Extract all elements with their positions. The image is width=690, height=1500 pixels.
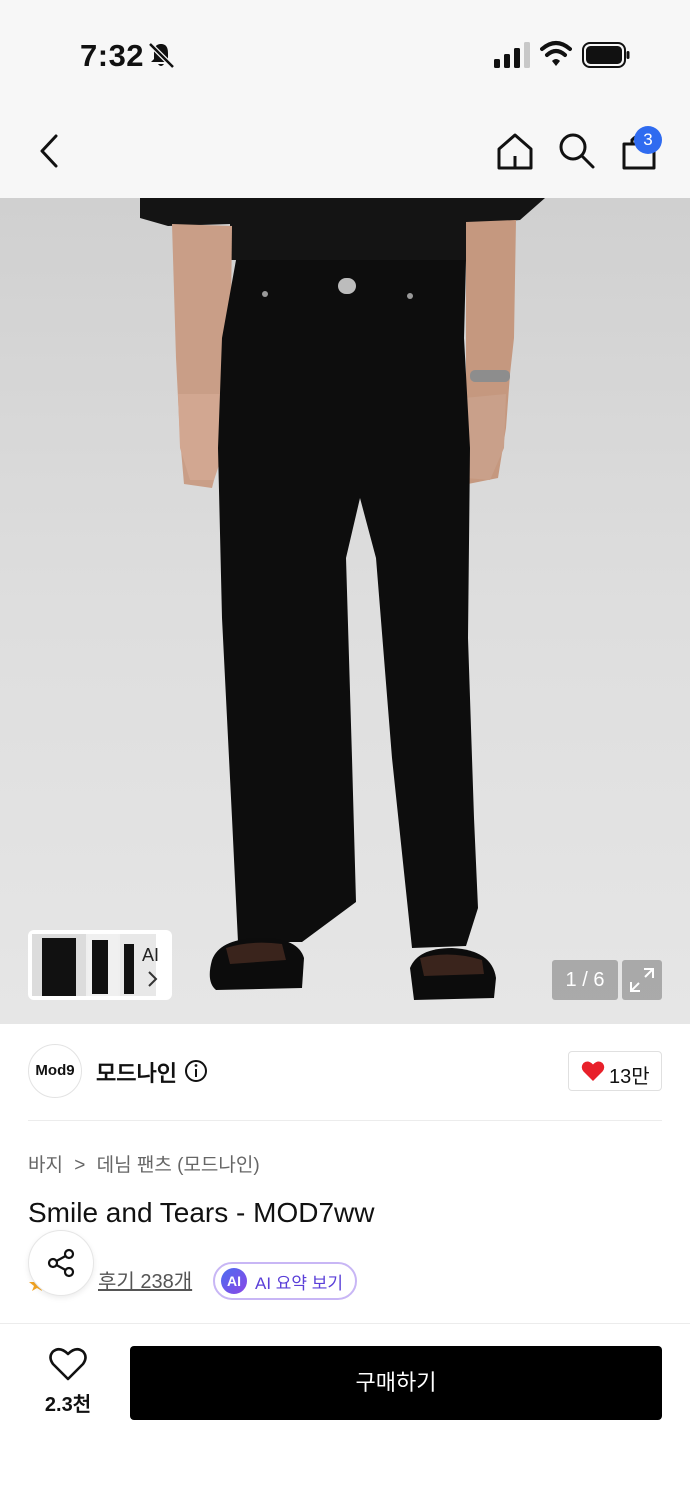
top-nav-bar — [0, 100, 690, 198]
cellular-signal-icon — [494, 42, 530, 68]
cart-count-badge: 3 — [634, 126, 662, 154]
info-icon[interactable] — [184, 1059, 208, 1083]
search-icon[interactable] — [556, 130, 596, 170]
section-divider — [28, 1120, 662, 1121]
brand-like-button[interactable]: 13만 — [568, 1051, 662, 1091]
chevron-right-icon[interactable] — [146, 970, 158, 988]
expand-image-button[interactable] — [622, 960, 662, 1000]
brand-name[interactable]: 모드나인 — [96, 1056, 177, 1088]
back-chevron-icon[interactable] — [32, 132, 66, 170]
buy-button[interactable]: 구매하기 — [130, 1346, 662, 1420]
heart-outline-icon[interactable] — [48, 1346, 88, 1382]
bell-muted-icon — [148, 42, 175, 69]
heart-filled-icon — [581, 1061, 605, 1081]
ai-summary-button[interactable]: AI AI 요약 보기 — [213, 1262, 358, 1300]
product-title: Smile and Tears - MOD7ww — [28, 1197, 375, 1228]
breadcrumb-separator: > — [74, 1155, 86, 1176]
battery-icon — [582, 42, 630, 68]
product-photo — [140, 198, 545, 1000]
product-image-gallery[interactable] — [0, 198, 690, 1024]
home-icon[interactable] — [494, 130, 536, 172]
wifi-icon — [540, 41, 572, 66]
share-button[interactable] — [28, 1230, 94, 1296]
brand-like-count: 13만 — [609, 1066, 650, 1088]
ai-summary-label: AI 요약 보기 — [255, 1273, 344, 1293]
thumbnail-image — [32, 934, 156, 996]
wish-count: 2.3천 — [44, 1394, 92, 1416]
share-icon — [47, 1248, 75, 1278]
breadcrumb-item-pants[interactable]: 바지 — [28, 1155, 63, 1176]
status-bar: 7:32 — [0, 0, 690, 100]
review-count-link[interactable]: 후기 238개 — [98, 1265, 192, 1294]
thumbnail-ai-label[interactable]: AI — [142, 945, 159, 966]
status-time: 7:32 — [80, 38, 145, 73]
ai-badge-icon: AI — [221, 1268, 247, 1294]
breadcrumb: 바지 > 데님 팬츠 (모드나인) — [28, 1150, 260, 1177]
expand-icon — [630, 968, 654, 992]
brand-logo[interactable]: Mod9 — [28, 1044, 82, 1098]
breadcrumb-item-denim[interactable]: 데님 팬츠 (모드나인) — [97, 1155, 260, 1176]
image-page-indicator: 1 / 6 — [552, 960, 618, 1000]
